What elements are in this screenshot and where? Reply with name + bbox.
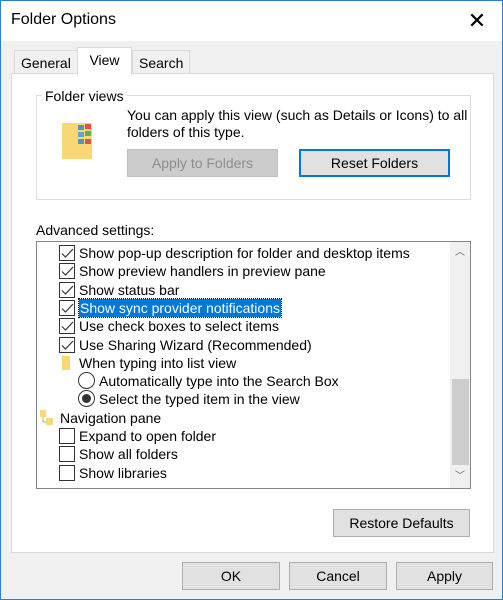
setting-label: Expand to open folder — [79, 428, 216, 444]
setting-label: Show status bar — [79, 281, 180, 298]
check-icon — [61, 303, 74, 313]
folder-options-dialog: Folder Options ✕ General View Search Fol… — [0, 0, 503, 600]
tab-view[interactable]: View — [77, 47, 132, 75]
setting-label: Show sync provider notifications — [78, 297, 282, 318]
radio-button[interactable] — [78, 390, 95, 408]
checkbox[interactable] — [59, 299, 75, 316]
check-icon — [61, 321, 74, 332]
checkbox[interactable] — [59, 336, 75, 353]
checkbox[interactable] — [59, 281, 75, 298]
folder-views-icon — [62, 123, 92, 159]
setting-label: Show preview handlers in preview pane — [79, 263, 326, 280]
cancel-button[interactable]: Cancel — [289, 562, 387, 590]
check-icon — [61, 266, 74, 277]
view-tab-panel: Folder views You can apply this view (su… — [11, 73, 494, 553]
setting-label: Automatically type into the Search Box — [99, 373, 339, 390]
setting-label: When typing into list view — [79, 354, 237, 371]
checkbox[interactable] — [59, 446, 75, 463]
tab-general[interactable]: General — [14, 50, 78, 74]
setting-label: Show all folders — [79, 446, 178, 463]
setting-label: Show libraries — [79, 464, 167, 481]
setting-label: Select the typed item in the view — [99, 391, 300, 408]
advanced-settings-list[interactable]: ︿ ﹀ Show pop-up description for folder a… — [36, 241, 471, 489]
scroll-up-icon[interactable]: ︿ — [450, 244, 470, 262]
checkbox[interactable] — [59, 263, 75, 280]
radio-button[interactable] — [78, 372, 95, 390]
apply-to-folders-button[interactable]: Apply to Folders — [127, 149, 278, 177]
scrollbar-thumb[interactable] — [452, 379, 469, 465]
reset-folders-button[interactable]: Reset Folders — [299, 149, 450, 177]
ok-button[interactable]: OK — [182, 562, 280, 590]
setting-label: Show pop-up description for folder and d… — [79, 245, 410, 261]
close-icon[interactable]: ✕ — [463, 7, 491, 35]
check-icon — [61, 285, 74, 295]
checkbox[interactable] — [59, 245, 75, 261]
tab-search[interactable]: Search — [132, 50, 191, 74]
folder-views-label: Folder views — [42, 88, 127, 104]
title-bar: Folder Options ✕ — [1, 1, 502, 41]
scrollbar[interactable]: ︿ ﹀ — [450, 242, 470, 488]
checkbox[interactable] — [59, 428, 75, 444]
setting-label: Use check boxes to select items — [79, 318, 279, 335]
folder-icon — [62, 355, 70, 370]
setting-label: Use Sharing Wizard (Recommended) — [79, 336, 312, 353]
check-icon — [61, 340, 74, 350]
setting-label: Navigation pane — [60, 409, 162, 426]
checkbox[interactable] — [59, 464, 75, 481]
advanced-settings-label: Advanced settings: — [36, 222, 155, 238]
scroll-down-icon[interactable]: ﹀ — [450, 468, 470, 486]
restore-defaults-button[interactable]: Restore Defaults — [333, 509, 470, 537]
folder-views-description: You can apply this view (such as Details… — [127, 107, 468, 140]
check-icon — [61, 248, 74, 258]
window-title: Folder Options — [11, 11, 116, 28]
apply-button[interactable]: Apply — [396, 562, 493, 590]
checkbox[interactable] — [59, 318, 75, 335]
navigation-pane-icon — [40, 409, 53, 425]
